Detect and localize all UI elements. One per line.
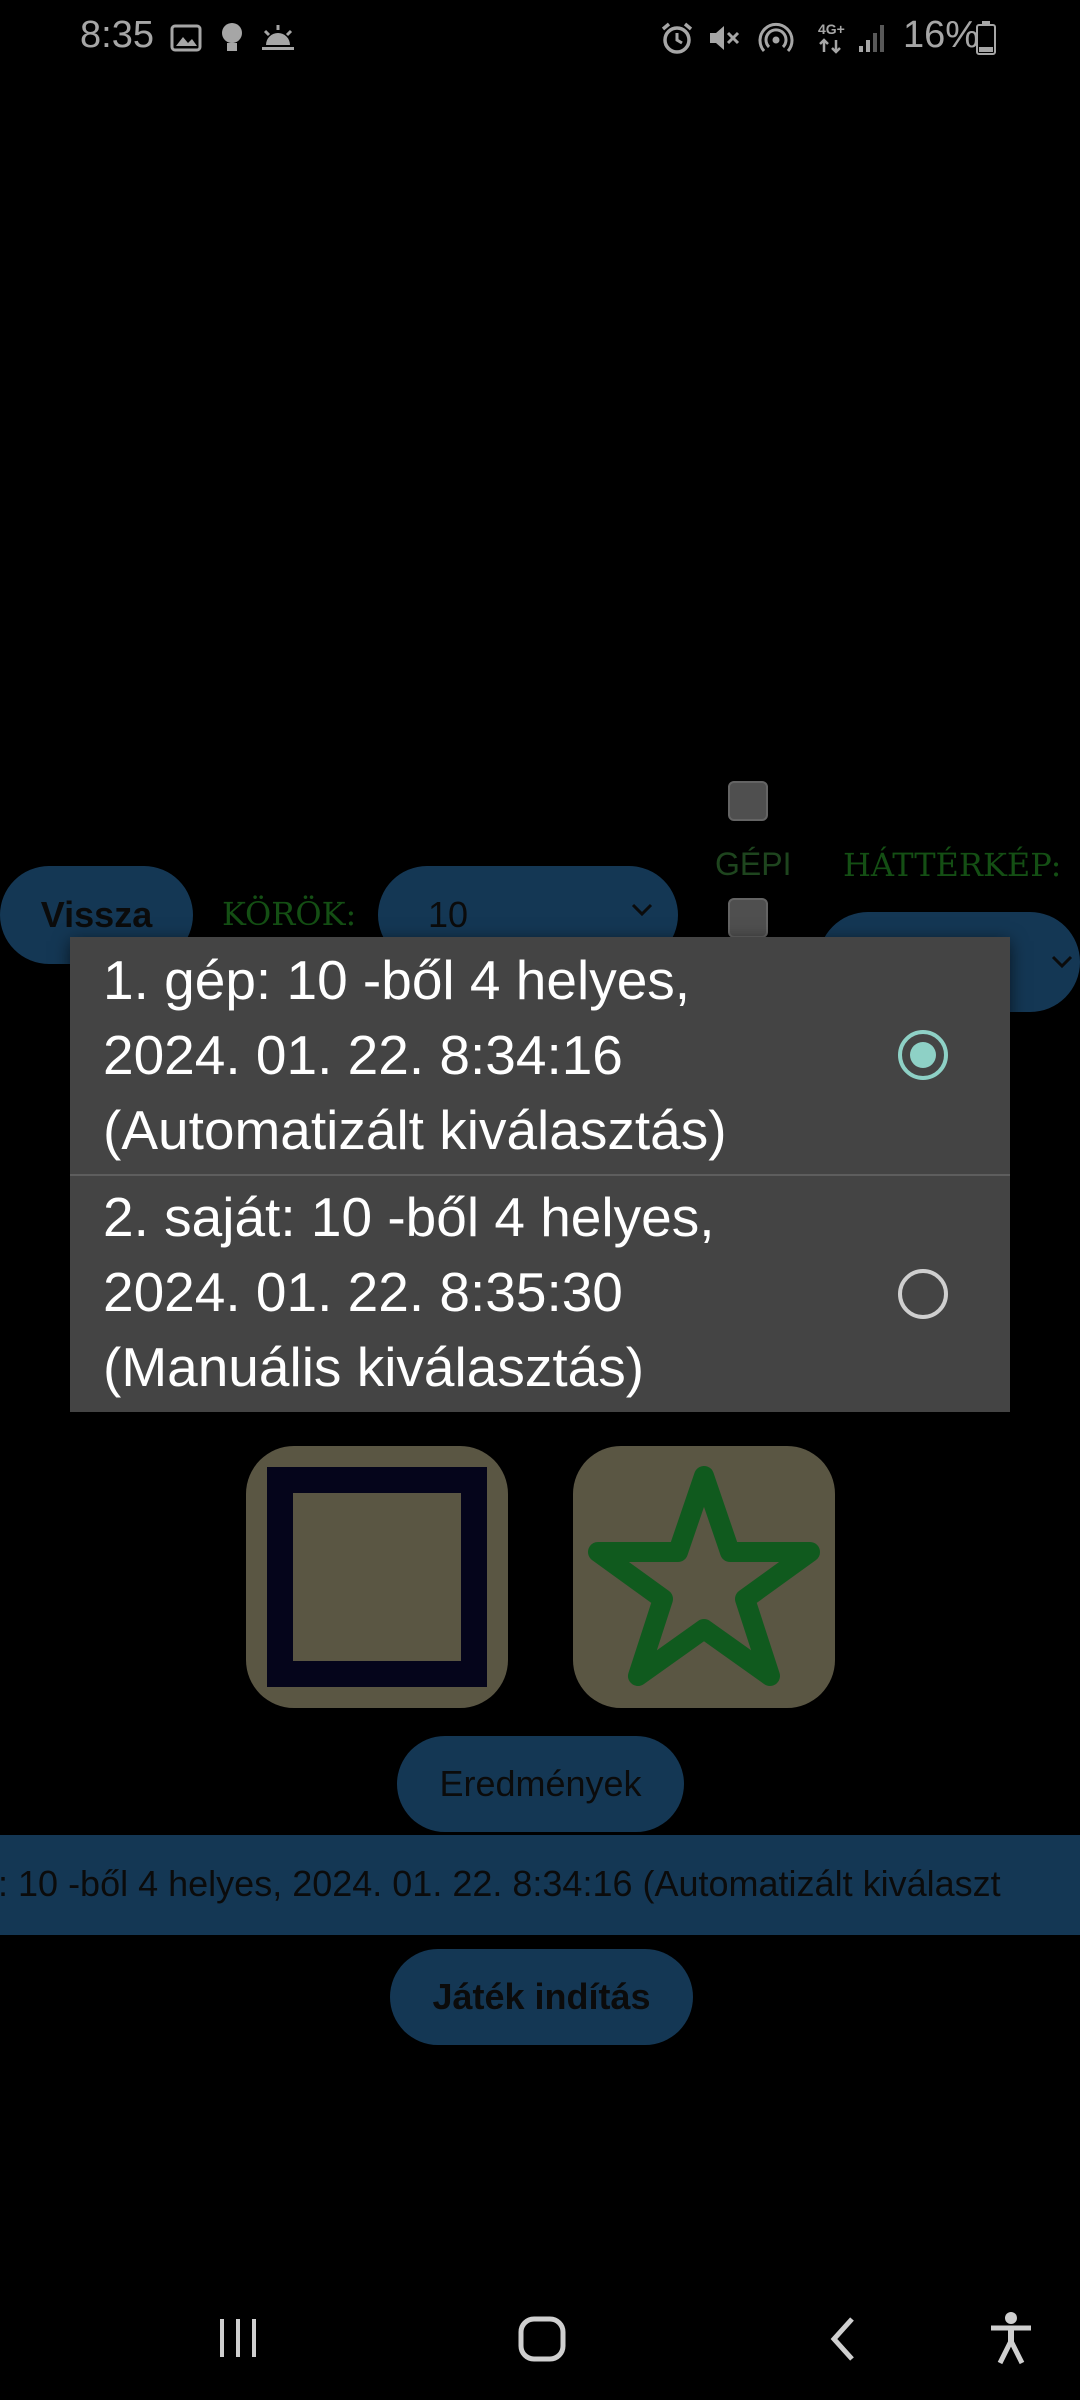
accessibility-icon[interactable] bbox=[988, 2311, 1034, 2370]
radio-unselected-icon[interactable] bbox=[898, 1269, 948, 1319]
back-nav-icon[interactable] bbox=[826, 2315, 860, 2368]
radio-selected-icon[interactable] bbox=[898, 1030, 948, 1080]
home-icon[interactable] bbox=[517, 2315, 567, 2368]
navigation-bar bbox=[0, 2275, 1080, 2400]
dialog-option-1[interactable]: 1. gép: 10 -ből 4 helyes, 2024. 01. 22. … bbox=[70, 937, 1010, 1174]
recent-apps-icon[interactable] bbox=[216, 2317, 260, 2364]
dialog-option-1-text: 1. gép: 10 -ből 4 helyes, 2024. 01. 22. … bbox=[103, 949, 727, 1161]
dialog-option-2[interactable]: 2. saját: 10 -ből 4 helyes, 2024. 01. 22… bbox=[70, 1176, 1010, 1412]
results-dialog: 1. gép: 10 -ből 4 helyes, 2024. 01. 22. … bbox=[70, 937, 1010, 1412]
dialog-option-2-text: 2. saját: 10 -ből 4 helyes, 2024. 01. 22… bbox=[103, 1186, 715, 1398]
